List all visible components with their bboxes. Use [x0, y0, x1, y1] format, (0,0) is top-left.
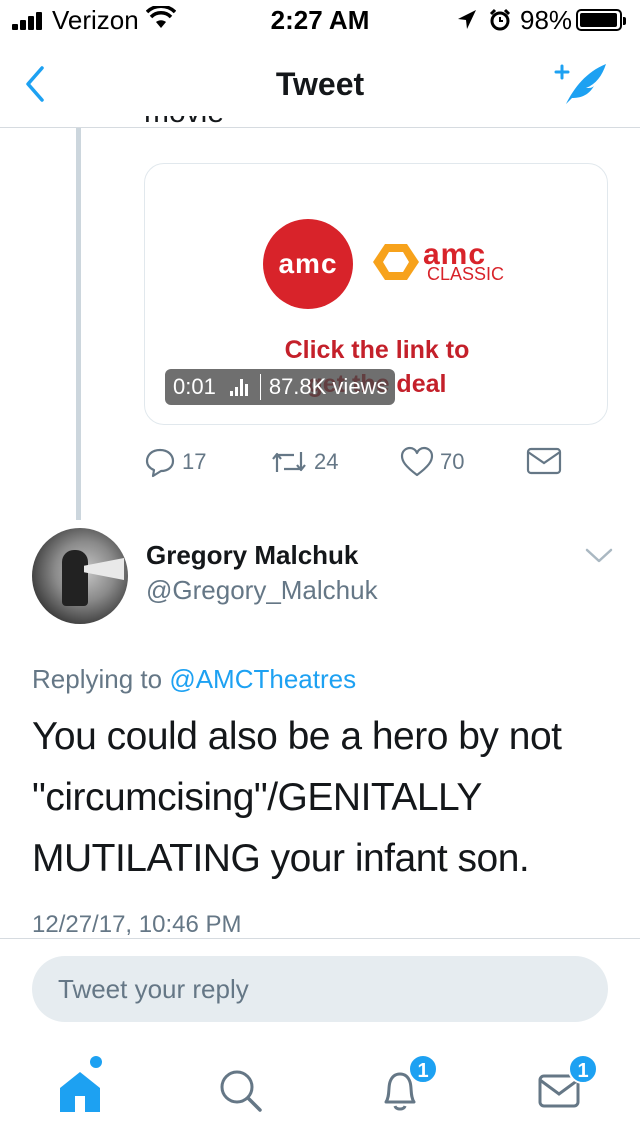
- tab-notifications[interactable]: 1: [372, 1054, 438, 1118]
- compose-feather-icon[interactable]: [552, 58, 612, 110]
- tab-messages[interactable]: 1: [532, 1054, 598, 1118]
- reply-count: 17: [182, 449, 207, 474]
- tab-search[interactable]: [212, 1062, 268, 1118]
- tab-home[interactable]: [52, 1056, 108, 1118]
- retweet-count: 24: [314, 449, 339, 474]
- reply-input[interactable]: Tweet your reply: [32, 956, 608, 1022]
- replying-to-link[interactable]: @AMCTheatres: [169, 664, 356, 694]
- truncated-text: movie: [144, 116, 344, 130]
- author-handle[interactable]: @Gregory_Malchuk: [146, 575, 378, 606]
- status-bar: Verizon 2:27 AM 98%: [0, 0, 640, 40]
- battery-percentage: 98%: [520, 5, 573, 35]
- video-stats-overlay: 0:01 87.8K views: [165, 369, 396, 405]
- thread-connector-line: [76, 128, 81, 520]
- chevron-down-icon[interactable]: [584, 546, 614, 566]
- tweet-timestamp: 12/27/17, 10:46 PM: [32, 911, 242, 937]
- page-title: Tweet: [275, 66, 365, 102]
- tweet-text: You could also be a hero by not "circumc…: [32, 715, 562, 880]
- media-card[interactable]: amc amc CLASSIC Click the link to get th…: [144, 163, 608, 425]
- battery-level-fill: [580, 13, 618, 27]
- divider: [0, 938, 640, 939]
- video-views: 87.8K views: [268, 374, 388, 399]
- heart-icon: [400, 446, 434, 477]
- envelope-icon: [526, 447, 562, 475]
- retweet-icon: [272, 452, 306, 472]
- home-unread-dot: [90, 1056, 102, 1068]
- bar-chart-icon: [229, 378, 250, 396]
- battery-icon: [576, 9, 626, 31]
- reply-icon: [145, 448, 175, 478]
- alarm-clock-icon: [489, 8, 511, 31]
- amc-logo: amc: [263, 219, 353, 309]
- location-arrow-icon: [458, 10, 476, 29]
- search-icon: [220, 1070, 262, 1112]
- notifications-badge: 1: [408, 1054, 438, 1084]
- messages-badge: 1: [568, 1054, 598, 1084]
- amc-classic-logo: amc CLASSIC: [373, 238, 504, 288]
- navigation-bar: Tweet: [0, 40, 640, 128]
- amc-classic-mark-icon: [373, 244, 419, 280]
- like-button[interactable]: 70: [400, 446, 464, 478]
- video-time: 0:01: [173, 374, 216, 399]
- home-icon: [60, 1072, 100, 1112]
- author-name[interactable]: Gregory Malchuk: [146, 540, 358, 571]
- retweet-button[interactable]: 24: [270, 446, 338, 478]
- tab-bar: 1 1: [0, 1040, 640, 1136]
- card-cta-line1: Click the link to: [284, 336, 470, 364]
- direct-message-button[interactable]: [526, 446, 568, 476]
- like-count: 70: [440, 449, 465, 474]
- tweet-actions: 17 24 70: [144, 446, 574, 486]
- replying-to: Replying to @AMCTheatres: [32, 664, 357, 694]
- avatar[interactable]: [32, 528, 128, 624]
- reply-button[interactable]: 17: [144, 446, 206, 478]
